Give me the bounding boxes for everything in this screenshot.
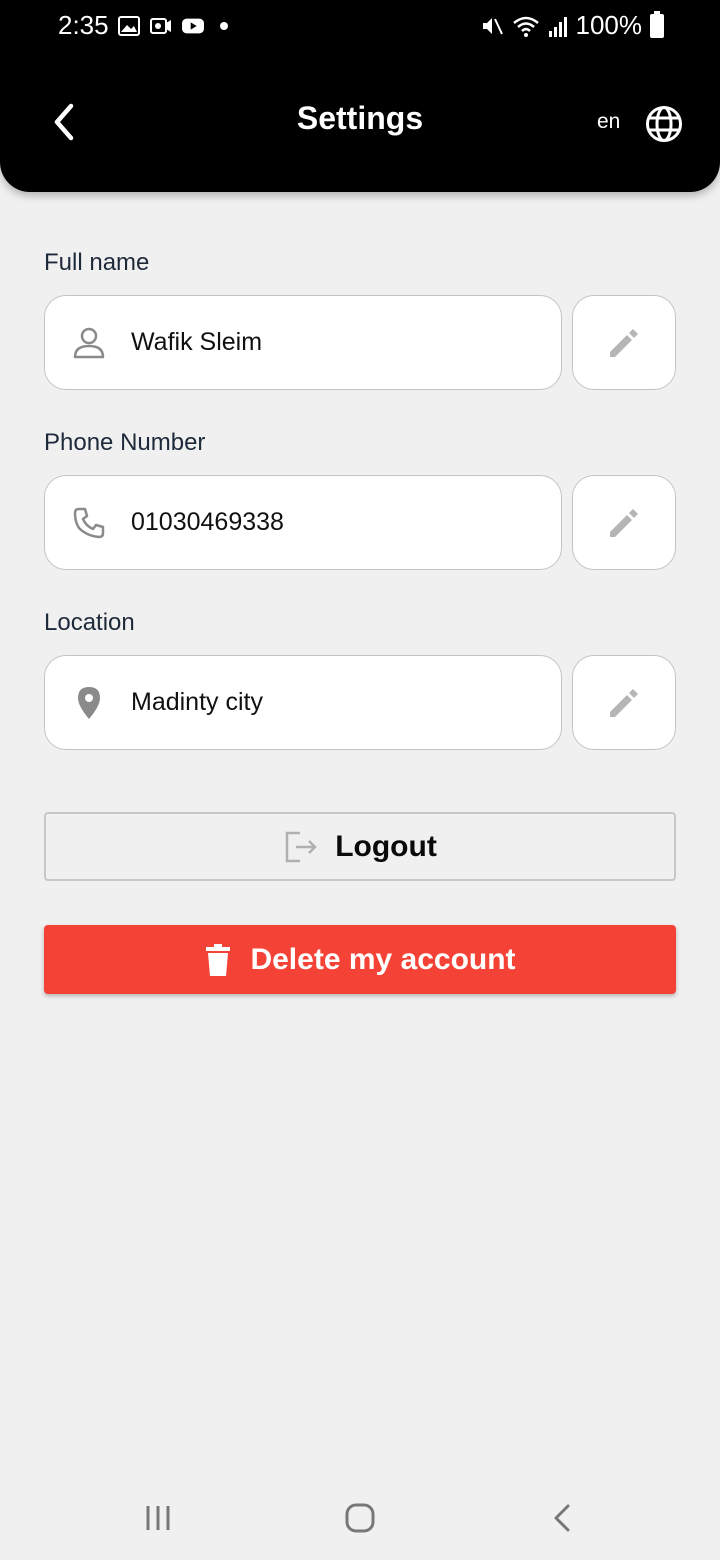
location-value: Madinty city (131, 688, 263, 716)
logout-button[interactable]: Logout (44, 812, 676, 881)
system-back-button[interactable] (542, 1498, 582, 1538)
language-label[interactable]: en (597, 110, 620, 134)
battery-percent: 100% (575, 10, 643, 40)
full-name-label: Full name (44, 249, 150, 276)
signal-icon (548, 16, 567, 37)
mute-icon (482, 17, 503, 34)
language-button[interactable] (644, 104, 684, 144)
status-time: 2:35 (58, 10, 109, 40)
logout-label: Logout (335, 829, 437, 863)
pencil-icon (610, 508, 638, 537)
phone-icon (69, 503, 109, 543)
wifi-icon (512, 16, 539, 37)
system-navigation-bar (0, 1480, 720, 1560)
home-icon (345, 1503, 375, 1533)
photo-share-icon (150, 18, 171, 34)
phone-field[interactable]: 01030469338 (44, 475, 562, 570)
delete-account-button[interactable]: Delete my account (44, 925, 676, 994)
notification-icons (118, 16, 228, 36)
phone-value: 01030469338 (131, 508, 284, 536)
youtube-icon (182, 18, 204, 34)
system-status-icons: 100% (480, 10, 664, 41)
location-field[interactable]: Madinty city (44, 655, 562, 750)
recent-apps-icon (146, 1506, 170, 1530)
phone-label: Phone Number (44, 429, 206, 456)
pencil-icon (610, 328, 638, 357)
location-label: Location (44, 609, 135, 636)
more-notifications-dot (220, 22, 228, 30)
person-icon (69, 323, 109, 363)
location-pin-icon (69, 683, 109, 723)
back-chevron-icon (554, 1504, 570, 1532)
home-button[interactable] (340, 1498, 380, 1538)
trash-icon (206, 943, 231, 976)
pencil-icon (610, 688, 638, 717)
delete-account-label: Delete my account (250, 942, 516, 976)
edit-location-button[interactable] (572, 655, 676, 750)
app-header: 2:35 100% Settings en (0, 0, 720, 192)
full-name-value: Wafik Sleim (131, 328, 263, 356)
edit-phone-button[interactable] (572, 475, 676, 570)
full-name-field[interactable]: Wafik Sleim (44, 295, 562, 390)
logout-icon (285, 831, 317, 862)
gallery-icon (118, 16, 140, 36)
battery-icon (650, 10, 664, 38)
recent-apps-button[interactable] (138, 1498, 178, 1538)
status-bar: 2:35 100% (0, 0, 720, 56)
edit-full-name-button[interactable] (572, 295, 676, 390)
globe-icon (646, 106, 682, 142)
